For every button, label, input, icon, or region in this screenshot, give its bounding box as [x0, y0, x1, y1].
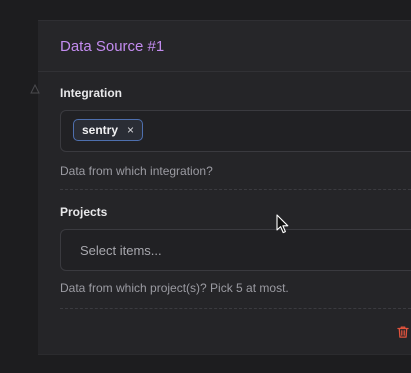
integration-field[interactable]: sentry ×	[60, 110, 411, 152]
bottom-strip	[38, 354, 411, 373]
integration-tag-label: sentry	[82, 123, 119, 137]
projects-select[interactable]: Select items...	[60, 229, 411, 271]
mouse-pointer-icon	[276, 214, 289, 234]
projects-label: Projects	[60, 205, 108, 219]
data-source-card: Data Source #1 Integration sentry × Data…	[38, 21, 411, 354]
top-strip	[38, 0, 411, 21]
card-title: Data Source #1	[60, 38, 165, 55]
left-rail	[0, 0, 39, 373]
triangle-icon	[30, 84, 40, 94]
card-header[interactable]: Data Source #1	[38, 21, 411, 72]
projects-placeholder: Select items...	[80, 243, 162, 258]
projects-help: Data from which project(s)? Pick 5 at mo…	[60, 281, 289, 295]
integration-divider	[60, 189, 411, 190]
integration-help: Data from which integration?	[60, 164, 213, 178]
projects-divider	[60, 308, 411, 309]
app-root: Data Source #1 Integration sentry × Data…	[0, 0, 411, 373]
remove-tag-icon[interactable]: ×	[127, 124, 134, 136]
trash-icon[interactable]	[396, 325, 410, 339]
integration-label: Integration	[60, 86, 122, 100]
integration-tag: sentry ×	[73, 119, 144, 141]
